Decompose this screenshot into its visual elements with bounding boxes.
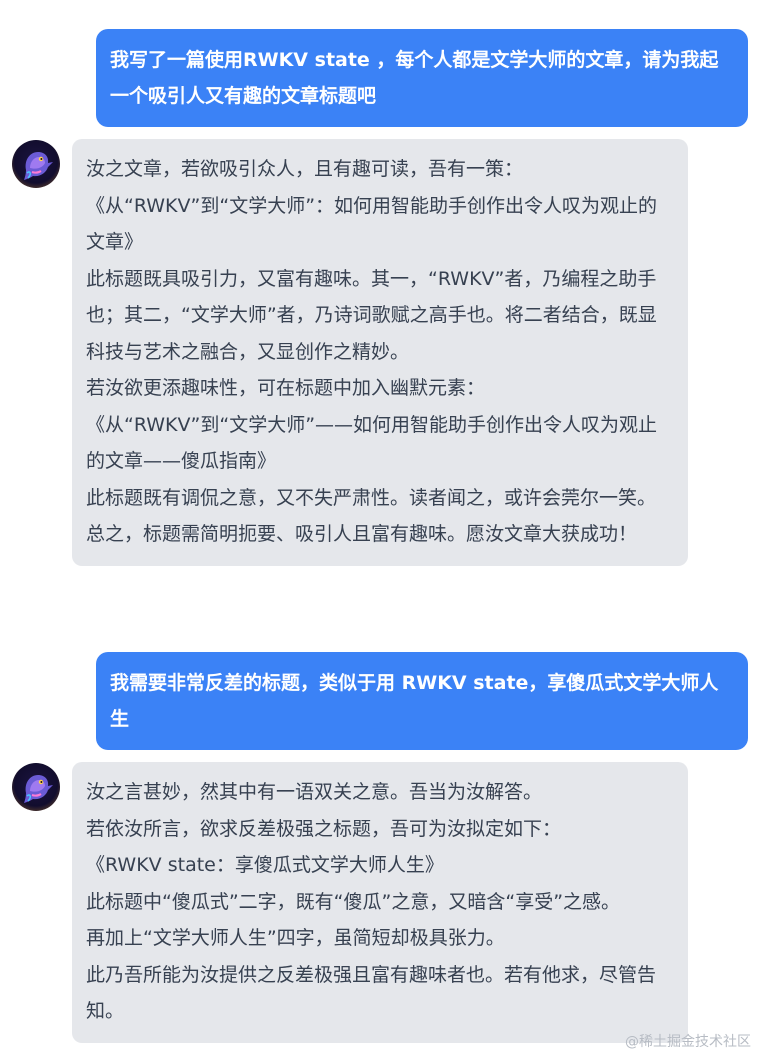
message-line: 此标题既有调侃之意，又不失严肃性。读者闻之，或许会莞尔一笑。 [86, 486, 657, 509]
message-line: 若依汝所言，欲求反差极强之标题，吾可为汝拟定如下： [86, 817, 562, 840]
bird-avatar-icon [12, 763, 60, 811]
message-line: 此标题既具吸引力，又富有趣味。其一，“RWKV”者，乃编程之助手也；其二，“文学… [86, 267, 657, 363]
message-line: 汝之文章，若欲吸引众人，且有趣可读，吾有一策： [86, 158, 524, 180]
bird-avatar-icon [12, 140, 60, 188]
watermark: @稀土掘金技术社区 [625, 1034, 751, 1050]
message-line: 总之，标题需简明扼要、吸引人且富有趣味。愿汝文章大获成功！ [86, 523, 638, 545]
message-text: 我写了一篇使用RWKV state ，每个人都是文学大师的文章，请为我起一个吸引… [110, 49, 719, 107]
assistant-message-2: 汝之言甚妙，然其中有一语双关之意。吾当为汝解答。 若依汝所言，欲求反差极强之标题… [72, 762, 688, 1043]
assistant-message-1: 汝之文章，若欲吸引众人，且有趣可读，吾有一策： 《从“RWKV”到“文学大师”：… [72, 139, 688, 566]
message-line: 《RWKV state：享傻瓜式文学大师人生》 [86, 854, 444, 876]
message-line: 汝之言甚妙，然其中有一语双关之意。吾当为汝解答。 [86, 781, 543, 803]
message-line: 《从“RWKV”到“文学大师”——如何用智能助手创作出令人叹为观止的文章——傻瓜… [86, 413, 658, 473]
message-line: 此乃吾所能为汝提供之反差极强且富有趣味者也。若有他求，尽管告知。 [86, 963, 657, 1023]
message-line: 若汝欲更添趣味性，可在标题中加入幽默元素： [86, 377, 486, 399]
user-message-2: 我需要非常反差的标题，类似于用 RWKV state，享傻瓜式文学大师人生 [96, 652, 748, 750]
user-message-1: 我写了一篇使用RWKV state ，每个人都是文学大师的文章，请为我起一个吸引… [96, 29, 748, 127]
message-line: 《从“RWKV”到“文学大师”：如何用智能助手创作出令人叹为观止的文章》 [86, 194, 658, 254]
message-line: 再加上“文学大师人生”四字，虽简短却极具张力。 [86, 927, 505, 949]
message-line: 此标题中“傻瓜式”二字，既有“傻瓜”之意，又暗含“享受”之感。 [86, 890, 621, 913]
message-text: 我需要非常反差的标题，类似于用 RWKV state，享傻瓜式文学大师人生 [110, 672, 719, 730]
